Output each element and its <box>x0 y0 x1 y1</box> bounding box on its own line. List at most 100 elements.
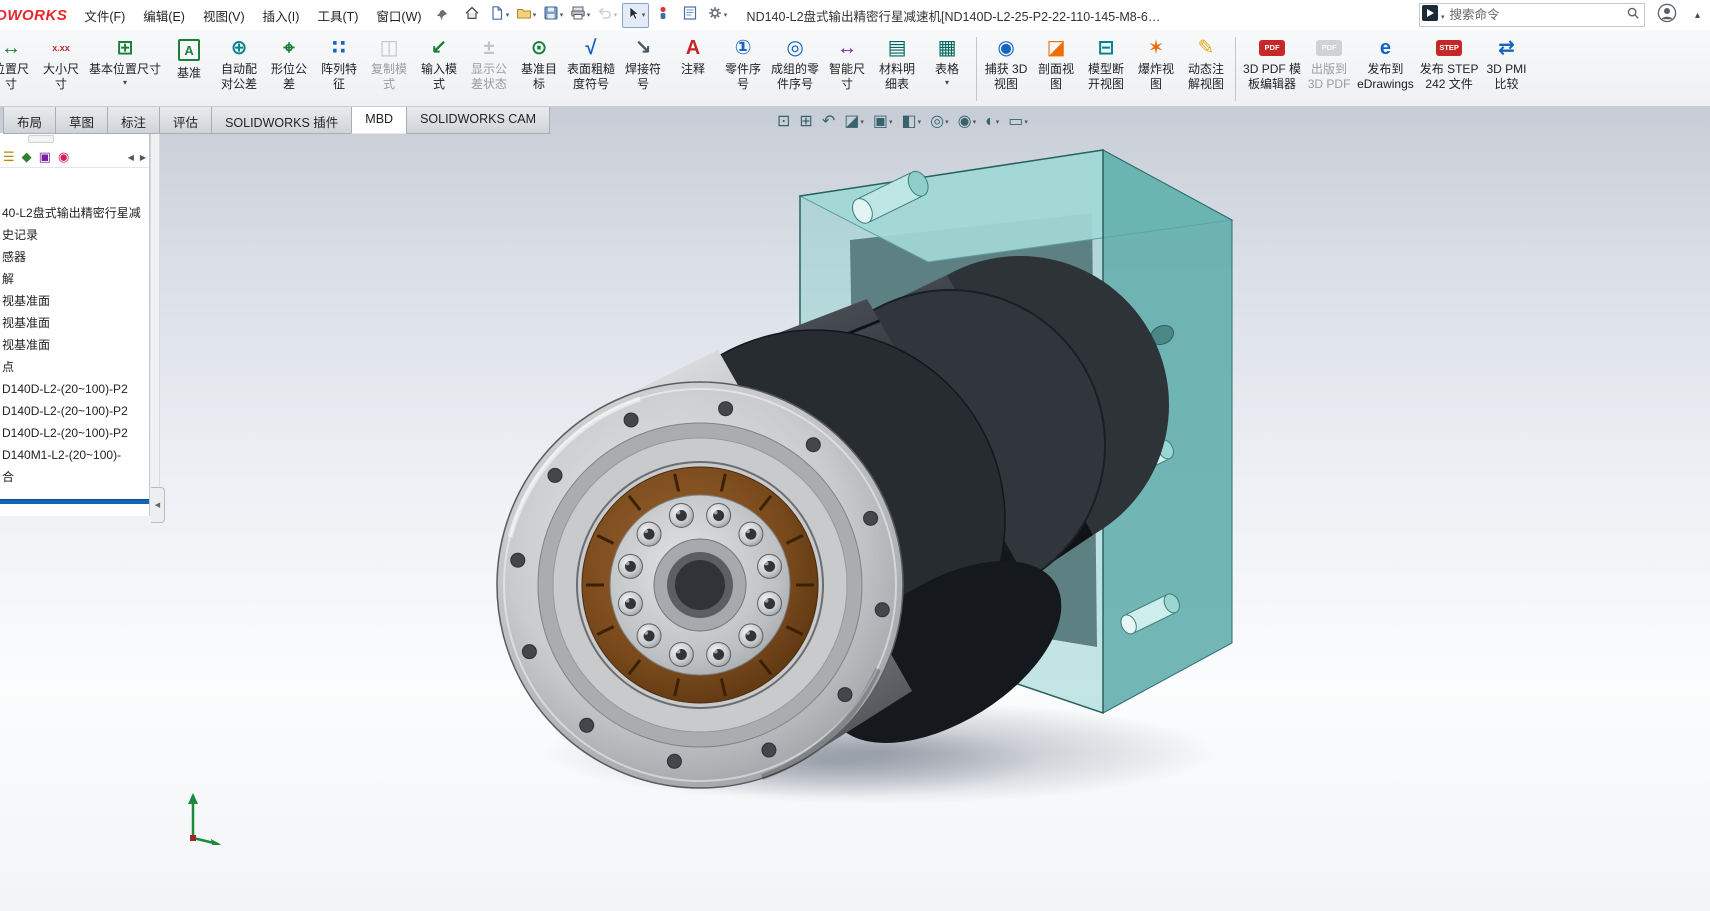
ribbon-button-3d-pmi-compare[interactable]: ⇄ 3D PMI 比较 <box>1481 32 1531 92</box>
tree-item[interactable]: 点 <box>0 356 149 378</box>
origin-triad[interactable] <box>183 790 225 845</box>
search-scope-icon[interactable] <box>1421 4 1438 26</box>
ribbon-button-datum[interactable]: A 基准 <box>164 32 214 81</box>
tab-solidworks-cam[interactable]: SOLIDWORKS CAM <box>406 107 551 134</box>
ribbon-button-size-dimension[interactable]: x.xx 大小尺寸 <box>36 32 86 92</box>
file-properties-button[interactable] <box>678 4 703 27</box>
tab-evaluate[interactable]: 评估 <box>159 107 213 134</box>
new-document-button[interactable] <box>487 4 512 27</box>
search-input[interactable] <box>1447 7 1623 23</box>
ribbon-button-auto-pair-tolerance[interactable]: ⊕ 自动配 对公差 <box>214 32 264 92</box>
tree-item[interactable]: 40-L2盘式输出精密行星减 <box>0 202 149 224</box>
ribbon-button-label: 输入模 <box>421 62 458 76</box>
apply-scene-icon[interactable]: ◐ <box>982 113 1002 131</box>
model-canvas[interactable] <box>0 107 1710 911</box>
display-style-icon[interactable]: ◧ <box>899 113 925 131</box>
ribbon-button-weld-symbol[interactable]: ↘ 焊接符号 <box>618 32 668 92</box>
menu-item[interactable]: 文件(F) <box>75 1 134 30</box>
rollback-bar[interactable] <box>0 499 149 504</box>
3d-pmi-compare-icon: ⇄ <box>1498 37 1515 59</box>
ribbon-button-copy-scheme[interactable]: ◫ 复制模式 <box>364 32 414 92</box>
tree-item[interactable]: 视基准面 <box>0 334 149 356</box>
ribbon-toolbar: ↔ 位置尺寸 x.xx 大小尺寸 ⊞ 基本位置尺寸 A 基准 ⊕ 自动配对公差 ⌖ 形位公差 ∷ 阵列特征… <box>0 30 1710 107</box>
menu-item[interactable]: 视图(V) <box>194 1 254 30</box>
toolbar-collapse-icon[interactable]: ▴ <box>1689 10 1706 21</box>
ribbon-button-surface-finish[interactable]: √ 表面粗糙 度符号 <box>564 32 618 92</box>
ribbon-button-datum-target[interactable]: ⊙ 基准目标 <box>514 32 564 92</box>
graphics-area[interactable] <box>0 107 1710 911</box>
ribbon-button-break-view[interactable]: ⊟ 模型断 开视图 <box>1081 32 1131 92</box>
user-account-icon[interactable] <box>1657 3 1677 28</box>
ribbon-group-separator <box>1235 37 1237 101</box>
ribbon-button-capture-3d-view[interactable]: ◉ 捕获 3D 视图 <box>981 32 1031 92</box>
ribbon-button-note[interactable]: A 注释 <box>668 32 718 77</box>
tree-item[interactable]: 合 <box>0 466 149 488</box>
ribbon-button-publish-to-3d-pdf[interactable]: PDF 出版到 3D PDF <box>1304 32 1354 92</box>
ribbon-button-show-tolerance-status[interactable]: ± 显示公 差状态 <box>464 32 514 92</box>
ribbon-button-position-dimension[interactable]: ↔ 位置尺寸 <box>0 32 36 92</box>
ribbon-button-geometric-tolerance[interactable]: ⌖ 形位公差 <box>264 32 314 92</box>
ribbon-button-balloon[interactable]: ① 零件序号 <box>718 32 768 92</box>
ribbon-button-publish-step-242[interactable]: STEP 发布 STEP 242 文件 <box>1417 32 1482 92</box>
displaymanager-tab[interactable]: ◉ <box>58 150 69 163</box>
pin-menu-icon[interactable] <box>435 8 449 22</box>
options-button[interactable] <box>705 4 730 27</box>
menu-item[interactable]: 插入(I) <box>254 1 309 30</box>
ribbon-button-stacked-balloon[interactable]: ◎ 成组的零 件序号 <box>768 32 822 92</box>
tab-layout[interactable]: 布局 <box>3 107 57 134</box>
search-icon[interactable] <box>1626 6 1640 25</box>
save-button[interactable] <box>541 4 566 27</box>
menu-item[interactable]: 编辑(E) <box>134 1 194 30</box>
open-button[interactable] <box>514 4 539 27</box>
previous-view-icon[interactable]: ↶ <box>819 113 838 131</box>
print-button[interactable] <box>568 4 593 27</box>
tree-item[interactable]: 视基准面 <box>0 312 149 334</box>
ribbon-button-pattern-feature[interactable]: ∷ 阵列特征 <box>314 32 364 92</box>
tab-sketch[interactable]: 草图 <box>55 107 109 134</box>
tree-item[interactable]: D140D-L2-(20~100)-P2 <box>0 400 149 422</box>
ribbon-button-tables[interactable]: ▦ 表格 <box>922 32 972 86</box>
panel-tabs-scroll-right-icon[interactable] <box>140 147 146 165</box>
tree-item[interactable]: 视基准面 <box>0 290 149 312</box>
propertymanager-tab[interactable]: ◆ <box>22 150 32 163</box>
ribbon-button-publish-edrawings[interactable]: e 发布到 eDrawings <box>1354 32 1417 92</box>
ribbon-button-dynamic-annotation-views[interactable]: ✎ 动态注 解视图 <box>1181 32 1231 92</box>
tab-annotation[interactable]: 标注 <box>107 107 161 134</box>
menu-item[interactable]: 窗口(W) <box>367 1 430 30</box>
tab-solidworks-addins[interactable]: SOLIDWORKS 插件 <box>211 107 353 134</box>
ribbon-button-import-scheme[interactable]: ↙ 输入模式 <box>414 32 464 92</box>
ribbon-button-section-view-cmd[interactable]: ◪ 剖面视图 <box>1031 32 1081 92</box>
tree-item[interactable]: 解 <box>0 268 149 290</box>
ribbon-button-3d-pdf-template-editor[interactable]: PDF 3D PDF 模板编辑器 <box>1240 32 1304 92</box>
tree-item[interactable]: 史记录 <box>0 224 149 246</box>
view-orientation-icon[interactable]: ▣ <box>870 113 896 131</box>
zoom-to-fit-icon[interactable]: ⊡ <box>774 113 793 131</box>
home-button[interactable] <box>460 4 485 27</box>
panel-splitter[interactable] <box>0 133 149 145</box>
tree-item[interactable]: D140M1-L2-(20~100)- <box>0 444 149 466</box>
ribbon-button-smart-dimension[interactable]: ↔ 智能尺寸 <box>822 32 872 92</box>
edit-appearance-icon[interactable]: ◉ <box>955 113 979 131</box>
tree-item[interactable]: D140D-L2-(20~100)-P2 <box>0 378 149 400</box>
tree-item[interactable]: 感器 <box>0 246 149 268</box>
search-scope-dropdown-icon[interactable] <box>1441 6 1445 24</box>
rebuild-button[interactable] <box>651 4 676 27</box>
view-settings-icon[interactable]: ▭ <box>1005 113 1031 131</box>
tab-mbd[interactable]: MBD <box>351 107 408 134</box>
hide-show-items-icon[interactable]: ◎ <box>927 113 951 131</box>
panel-collapse-handle[interactable] <box>151 487 165 523</box>
print-icon <box>570 5 586 26</box>
configurationmanager-tab[interactable]: ▣ <box>39 150 51 163</box>
menu-item[interactable]: 工具(T) <box>308 1 367 30</box>
geometric-tolerance-icon: ⌖ <box>283 37 295 59</box>
zoom-to-area-icon[interactable]: ⊞ <box>796 113 815 131</box>
ribbon-button-exploded-view[interactable]: ✶ 爆炸视图 <box>1131 32 1181 92</box>
featuremanager-tab[interactable]: ☰ <box>3 150 15 163</box>
panel-tabs-scroll-left-icon[interactable] <box>128 147 134 165</box>
undo-button[interactable] <box>595 4 620 27</box>
ribbon-button-bill-of-materials[interactable]: ▤ 材料明 细表 <box>872 32 922 92</box>
section-view-icon[interactable]: ◪ <box>841 113 867 131</box>
tree-item[interactable]: D140D-L2-(20~100)-P2 <box>0 422 149 444</box>
select-button[interactable] <box>621 2 649 28</box>
ribbon-button-basic-location-dimension[interactable]: ⊞ 基本位置尺寸 <box>86 32 164 86</box>
